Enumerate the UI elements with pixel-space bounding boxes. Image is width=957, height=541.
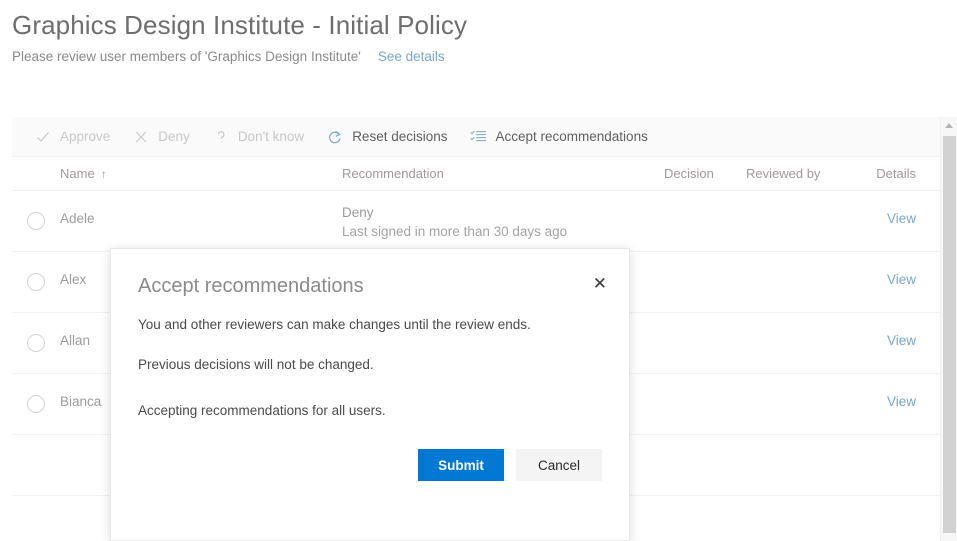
approve-button[interactable]: Approve: [34, 117, 118, 157]
submit-button[interactable]: Submit: [418, 449, 504, 481]
row-reviewed-by: [746, 313, 846, 333]
row-decision: [664, 252, 746, 272]
row-reviewed-by: [746, 191, 846, 211]
row-details-cell: View: [846, 374, 924, 409]
row-decision: [664, 374, 746, 394]
dialog-body: You and other reviewers can make changes…: [111, 299, 629, 421]
column-header-name[interactable]: Name ↑: [60, 166, 342, 181]
dialog-line-3: Accepting recommendations for all users.: [138, 401, 602, 421]
page-subtitle-row: Please review user members of 'Graphics …: [12, 49, 957, 64]
row-details-cell: View: [846, 252, 924, 287]
row-select-cell: [12, 313, 60, 373]
column-header-reviewed-by[interactable]: Reviewed by: [746, 166, 846, 181]
accept-recommendations-button[interactable]: Accept recommendations: [470, 117, 656, 157]
row-select-radio[interactable]: [27, 395, 45, 413]
row-decision: [664, 191, 746, 211]
see-details-link[interactable]: See details: [378, 49, 445, 64]
dialog-line-2: Previous decisions will not be changed.: [138, 355, 602, 375]
row-recommendation-reason: Last signed in more than 30 days ago: [342, 222, 664, 241]
table-scrollbar[interactable]: [940, 117, 957, 541]
column-header-recommendation[interactable]: Recommendation: [342, 166, 664, 181]
row-decision: [664, 313, 746, 333]
page-header: Graphics Design Institute - Initial Poli…: [0, 0, 957, 64]
checklist-icon: [470, 128, 488, 146]
dialog-title: Accept recommendations: [138, 273, 364, 299]
accept-recommendations-dialog: Accept recommendations ✕ You and other r…: [110, 248, 630, 541]
sort-ascending-icon: ↑: [101, 167, 107, 181]
row-reviewed-by: [746, 374, 846, 394]
row-reviewed-by: [746, 252, 846, 272]
column-header-name-label: Name: [60, 166, 95, 181]
redo-arrow-icon: [326, 128, 344, 146]
dont-know-button[interactable]: Don't know: [212, 117, 312, 157]
row-select-cell: [12, 374, 60, 434]
question-mark-icon: [212, 128, 230, 146]
cancel-button[interactable]: Cancel: [516, 449, 602, 481]
dialog-line-1: You and other reviewers can make changes…: [138, 315, 602, 335]
row-name: Adele: [60, 191, 342, 226]
accept-recommendations-label: Accept recommendations: [496, 129, 648, 144]
deny-label: Deny: [158, 129, 190, 144]
table-row[interactable]: Adele Deny Last signed in more than 30 d…: [12, 191, 957, 252]
row-select-cell: [12, 435, 60, 495]
page-title: Graphics Design Institute - Initial Poli…: [12, 8, 957, 42]
row-select-radio[interactable]: [27, 334, 45, 352]
view-details-link[interactable]: View: [887, 394, 916, 409]
view-details-link[interactable]: View: [887, 211, 916, 226]
view-details-link[interactable]: View: [887, 333, 916, 348]
approve-label: Approve: [60, 129, 110, 144]
column-header-decision[interactable]: Decision: [664, 166, 746, 181]
command-bar: Approve Deny Don't know Reset decisions: [12, 117, 957, 157]
row-recommendation: Deny Last signed in more than 30 days ag…: [342, 191, 664, 241]
dialog-actions: Submit Cancel: [418, 449, 602, 481]
chevron-up-icon: [945, 123, 953, 128]
row-details-cell: View: [846, 313, 924, 348]
row-select-cell: [12, 191, 60, 251]
row-select-cell: [12, 252, 60, 312]
scroll-up-button[interactable]: [941, 117, 957, 134]
page-subtitle: Please review user members of 'Graphics …: [12, 49, 361, 64]
column-header-details[interactable]: Details: [846, 166, 924, 181]
row-details-cell: View: [846, 191, 924, 226]
row-recommendation-value: Deny: [342, 203, 664, 222]
table-header-row: Name ↑ Recommendation Decision Reviewed b…: [12, 157, 957, 191]
reset-decisions-button[interactable]: Reset decisions: [326, 117, 455, 157]
scrollbar-thumb[interactable]: [943, 136, 956, 533]
dialog-header: Accept recommendations ✕: [111, 249, 629, 299]
close-icon[interactable]: ✕: [589, 273, 611, 294]
row-select-radio[interactable]: [27, 212, 45, 230]
row-select-radio[interactable]: [27, 273, 45, 291]
view-details-link[interactable]: View: [887, 272, 916, 287]
deny-button[interactable]: Deny: [132, 117, 198, 157]
reset-decisions-label: Reset decisions: [352, 129, 447, 144]
dont-know-label: Don't know: [238, 129, 304, 144]
checkmark-icon: [34, 128, 52, 146]
cross-icon: [132, 128, 150, 146]
